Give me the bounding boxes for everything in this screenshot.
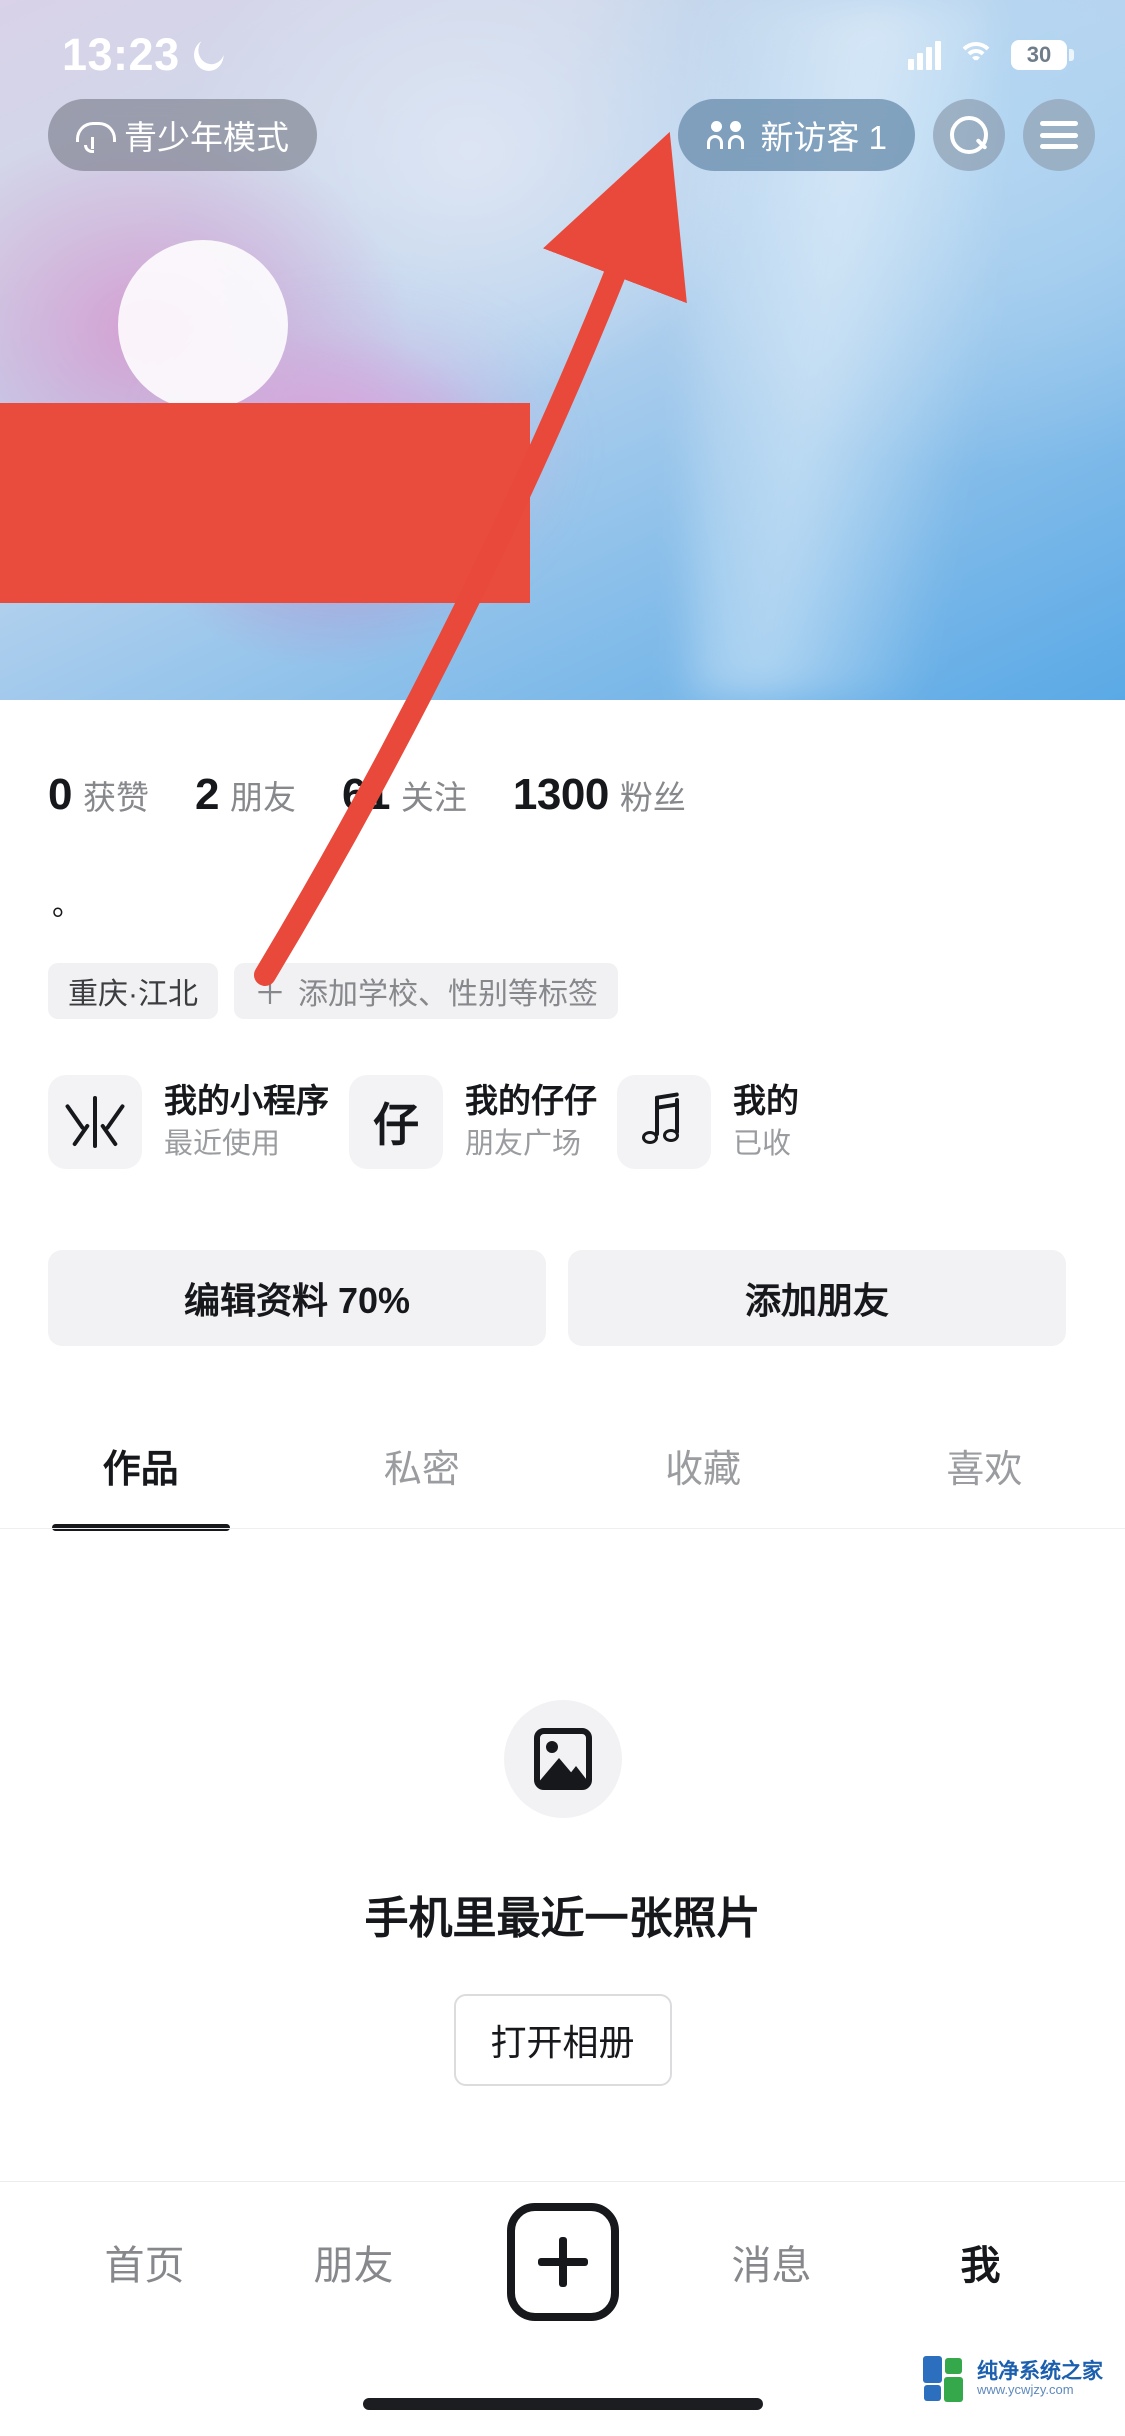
douyin-star-icon <box>48 1075 142 1169</box>
tab-favorites[interactable]: 收藏 <box>563 1405 844 1525</box>
service-text: 我的仔仔 朋友广场 <box>465 1080 597 1164</box>
open-album-button[interactable]: 打开相册 <box>453 1994 672 2086</box>
new-visitor-button[interactable]: 新访客 1 <box>678 99 915 171</box>
music-note-icon <box>617 1075 711 1169</box>
stat-value: 0 <box>48 770 72 819</box>
search-icon <box>950 116 988 154</box>
nav-item-friends[interactable]: 朋友 <box>249 2233 458 2291</box>
stat-value: 1300 <box>512 770 609 819</box>
cellular-signal-icon <box>908 40 941 70</box>
tag-add-more[interactable]: ＋ 添加学校、性别等标签 <box>234 963 619 1019</box>
new-visitor-label: 新访客 1 <box>760 119 887 156</box>
service-my-zaizai[interactable]: 仔 我的仔仔 朋友广场 <box>349 1075 597 1169</box>
service-title: 我的仔仔 <box>465 1081 597 1119</box>
service-subtitle: 已收 <box>733 1128 792 1161</box>
moon-icon <box>194 39 224 71</box>
watermark-logo-icon <box>923 2356 969 2402</box>
stat-label: 获赞 <box>82 779 149 816</box>
wifi-icon <box>957 40 995 70</box>
stat-friends[interactable]: 2 朋友 <box>195 770 296 820</box>
avatar[interactable] <box>118 240 288 410</box>
profile-actions-row: 编辑资料 70% 添加朋友 <box>48 1250 1066 1346</box>
profile-tabs: 作品 私密 收藏 喜欢 <box>0 1405 1125 1525</box>
empty-state-title: 手机里最近一张照片 <box>364 1894 761 1943</box>
stat-value: 61 <box>341 770 390 819</box>
stat-label: 粉丝 <box>619 779 686 816</box>
stat-value: 2 <box>194 770 219 819</box>
menu-button[interactable] <box>1023 99 1095 171</box>
service-text: 我的小程序 最近使用 <box>164 1080 329 1164</box>
redaction-block <box>0 403 530 603</box>
service-mini-programs[interactable]: 我的小程序 最近使用 <box>48 1075 329 1169</box>
profile-tags-row: 重庆·江北 ＋ 添加学校、性别等标签 <box>48 963 619 1019</box>
status-bar-left: 13:23 <box>62 29 224 81</box>
nav-item-messages[interactable]: 消息 <box>667 2233 876 2291</box>
people-icon <box>706 120 746 150</box>
status-time: 13:23 <box>62 29 180 80</box>
add-friend-button[interactable]: 添加朋友 <box>568 1250 1066 1346</box>
search-button[interactable] <box>933 99 1005 171</box>
nav-item-home[interactable]: 首页 <box>40 2233 249 2291</box>
watermark-url: www.ycwjzy.com <box>977 2382 1074 2398</box>
nav-item-create[interactable] <box>458 2203 667 2321</box>
home-indicator <box>362 2398 763 2410</box>
stat-likes[interactable]: 0 获赞 <box>48 770 149 820</box>
tab-private[interactable]: 私密 <box>281 1405 562 1525</box>
stat-label: 朋友 <box>229 779 296 816</box>
watermark-text: 纯净系统之家 www.ycwjzy.com <box>977 2360 1103 2397</box>
status-bar: 13:23 30 <box>0 0 1125 110</box>
service-title: 我的 <box>733 1081 799 1119</box>
empty-state: 手机里最近一张照片 打开相册 <box>0 1700 1125 2086</box>
tabs-divider <box>0 1528 1125 1529</box>
bottom-nav-items: 首页 朋友 消息 我 <box>0 2182 1125 2342</box>
watermark: 纯净系统之家 www.ycwjzy.com <box>923 2356 1103 2402</box>
teen-mode-label: 青少年模式 <box>124 119 289 156</box>
profile-bio[interactable]: 。 <box>52 880 82 924</box>
profile-stats-row: 0 获赞 2 朋友 61 关注 1300 粉丝 <box>48 770 686 820</box>
stat-label: 关注 <box>400 779 467 816</box>
stat-following[interactable]: 61 关注 <box>342 770 467 820</box>
battery-icon: 30 <box>1011 40 1074 70</box>
watermark-name: 纯净系统之家 <box>977 2360 1103 2384</box>
hamburger-menu-icon <box>1040 121 1078 149</box>
stat-followers[interactable]: 1300 粉丝 <box>513 770 686 820</box>
service-subtitle: 最近使用 <box>164 1128 281 1161</box>
profile-header-bar: 青少年模式 新访客 1 <box>0 95 1125 175</box>
zai-character-icon: 仔 <box>349 1075 443 1169</box>
plus-create-icon <box>506 2203 619 2321</box>
tab-likes[interactable]: 喜欢 <box>844 1405 1125 1525</box>
service-subtitle: 朋友广场 <box>465 1128 582 1161</box>
teen-mode-button[interactable]: 青少年模式 <box>48 99 317 171</box>
status-bar-right: 30 <box>908 40 1074 70</box>
photo-placeholder-icon <box>503 1700 622 1818</box>
nav-item-me[interactable]: 我 <box>876 2233 1085 2291</box>
tab-works[interactable]: 作品 <box>0 1405 281 1525</box>
tag-location[interactable]: 重庆·江北 <box>48 963 218 1019</box>
phone-screen: 13:23 30 青少年模式 新访客 1 0 获赞 2 朋友 61 关注 130… <box>0 0 1125 2436</box>
umbrella-icon <box>76 118 116 153</box>
tag-add-label: 添加学校、性别等标签 <box>298 978 599 1011</box>
services-row: 我的小程序 最近使用 仔 我的仔仔 朋友广场 我的 已收 <box>48 1075 799 1169</box>
edit-profile-button[interactable]: 编辑资料 70% <box>48 1250 546 1346</box>
service-my-music[interactable]: 我的 已收 <box>617 1075 799 1169</box>
service-title: 我的小程序 <box>164 1081 329 1119</box>
plus-icon: ＋ <box>254 975 287 1011</box>
service-text: 我的 已收 <box>733 1080 799 1164</box>
